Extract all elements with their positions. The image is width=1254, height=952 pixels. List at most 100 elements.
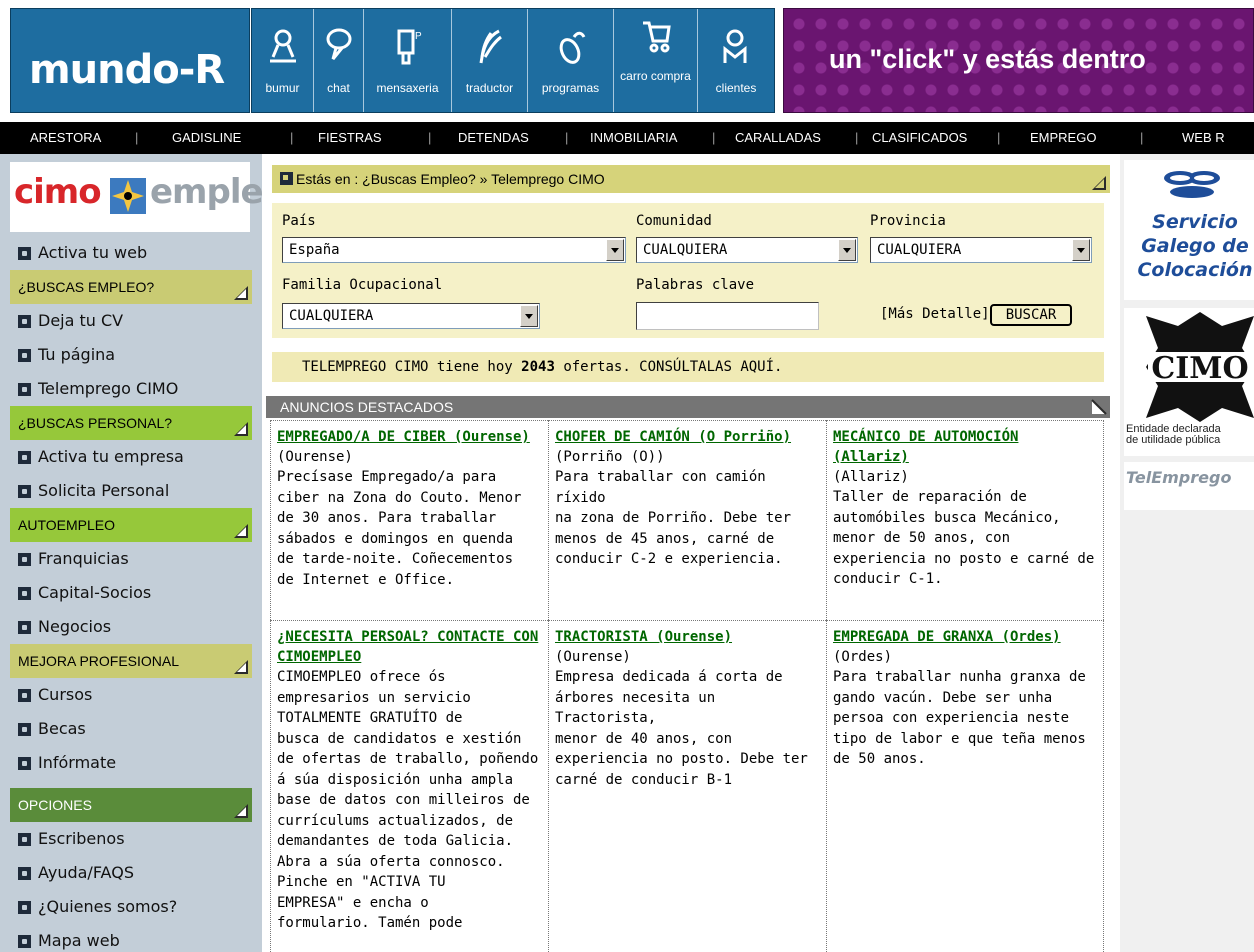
sidebar-item-solicita-personal[interactable]: Solicita Personal: [10, 474, 252, 508]
nav-web-r[interactable]: WEB R: [1182, 122, 1225, 154]
corner-fold-icon: [1090, 398, 1108, 416]
bullet-icon: [18, 587, 31, 600]
ad-title-link[interactable]: EMPREGADO/A DE CIBER (Ourense): [277, 427, 542, 447]
sidebar-item-activa-web[interactable]: Activa tu web: [10, 236, 252, 270]
banner-text: un "click" y estás dentro: [829, 44, 1146, 74]
sidebar-section-buscas-empleo[interactable]: ¿BUSCAS EMPLEO?: [10, 270, 252, 304]
ad-title-link[interactable]: CHOFER DE CAMIÓN (O Porriño): [555, 427, 820, 447]
sidebar-item-negocios[interactable]: Negocios: [10, 610, 252, 644]
svg-text:CIMO: CIMO: [1151, 351, 1248, 386]
app-clientes[interactable]: clientes: [698, 9, 774, 112]
sidebar-item-ayuda-faqs[interactable]: Ayuda/FAQS: [10, 856, 252, 890]
sidebar-item-label: Deja tu CV: [38, 311, 124, 330]
ad-location: (Allariz): [833, 469, 909, 485]
sidebar-item-label: Becas: [38, 719, 86, 738]
nav-separator: |: [135, 130, 139, 145]
sidebar-item-activa-empresa[interactable]: Activa tu empresa: [10, 440, 252, 474]
ad-description: Para traballar nunha granxa de gando vac…: [833, 669, 1086, 767]
nav-emprego[interactable]: EMPREGO: [1030, 122, 1096, 154]
ad-title-link[interactable]: MECÁNICO DE AUTOMOCIÓN (Allariz): [833, 427, 1097, 467]
sidebar-item-becas[interactable]: Becas: [10, 712, 252, 746]
sidebar-item-mapa-web[interactable]: Mapa web: [10, 924, 252, 952]
app-label: programas: [541, 81, 600, 95]
app-bumur[interactable]: bumur: [252, 9, 314, 112]
cimo-empleo-logo[interactable]: cimo empleo: [10, 162, 286, 232]
app-label: clientes: [715, 81, 757, 95]
corner-fold-icon: [234, 804, 248, 818]
sidebar-section-label: ¿BUSCAS PERSONAL?: [18, 415, 173, 431]
bullet-icon: [18, 901, 31, 914]
nav-inmobiliaria[interactable]: INMOBILIARIA: [590, 122, 677, 154]
app-programas[interactable]: programas: [528, 9, 614, 112]
comunidad-select[interactable]: CUALQUIERA: [636, 237, 858, 263]
nav-clasificados[interactable]: CLASIFICADOS: [872, 122, 967, 154]
bullet-icon: [18, 935, 31, 948]
sidebar-item-cursos[interactable]: Cursos: [10, 678, 252, 712]
sidebar-item-quienes-somos[interactable]: ¿Quienes somos?: [10, 890, 252, 924]
nav-detendas[interactable]: DETENDAS: [458, 122, 529, 154]
top-navigation: ARESTORA | GADISLINE | FIESTRAS | DETEND…: [0, 122, 1254, 154]
logo-text: mundo-R: [29, 47, 225, 93]
sidebar-section-opciones[interactable]: OPCIONES: [10, 788, 252, 822]
sidebar-item-deja-cv[interactable]: Deja tu CV: [10, 304, 252, 338]
sidebar-item-label: ¿Quienes somos?: [38, 897, 178, 916]
nav-gadisline[interactable]: GADISLINE: [172, 122, 241, 154]
servicio-galego-colocacion-banner[interactable]: Servicio Galego de Colocación: [1124, 160, 1254, 300]
breadcrumb-text[interactable]: Estás en : ¿Buscas Empleo? » Telempregо …: [296, 165, 605, 193]
sidebar-section-label: MEJORA PROFESIONAL: [18, 653, 180, 669]
nav-separator: |: [997, 130, 1001, 145]
palabras-label: Palabras clave: [636, 277, 755, 293]
corner-fold-icon: [234, 422, 248, 436]
sidebar-item-label: Ayuda/FAQS: [38, 863, 134, 882]
site-header: mundo-R bumur chat P mensaxeria traducto…: [0, 0, 1254, 120]
app-traductor[interactable]: traductor: [452, 9, 528, 112]
search-button[interactable]: BUSCAR: [990, 304, 1072, 326]
ad-description: Precísase Empregado/a para ciber na Zona…: [277, 469, 522, 588]
sidebar-item-informate[interactable]: Infórmate: [10, 746, 252, 780]
comunidad-label: Comunidad: [636, 213, 712, 229]
pais-label: País: [282, 213, 316, 229]
comunidad-value: CUALQUIERA: [643, 242, 728, 258]
sgc-line: Servicio: [1152, 211, 1238, 233]
cimo-star-icon: [110, 178, 146, 214]
sidebar-item-telemprego-cimo[interactable]: Telempregо CIMO: [10, 372, 252, 406]
app-carro-compra[interactable]: carro compra: [614, 9, 698, 112]
provincia-select[interactable]: CUALQUIERA: [870, 237, 1092, 263]
app-chat[interactable]: chat: [314, 9, 364, 112]
nav-caralladas[interactable]: CARALLADAS: [735, 122, 821, 154]
microscope-icon: [252, 27, 313, 71]
ad-description: Para traballar con camión ríxido na zona…: [555, 469, 792, 567]
ad-title-link[interactable]: TRACTORISTA (Ourense): [555, 627, 820, 647]
offers-banner[interactable]: TELEMPREGO CIMO tiene hoy 2043 ofertas. …: [272, 352, 1104, 382]
sidebar-item-escribenos[interactable]: Escribenos: [10, 822, 252, 856]
offers-count: 2043: [521, 359, 555, 375]
corner-fold-icon: [234, 286, 248, 300]
familia-select[interactable]: CUALQUIERA: [282, 303, 540, 329]
promo-banner[interactable]: un "click" y estás dentro: [783, 8, 1254, 113]
sidebar-section-buscas-personal[interactable]: ¿BUSCAS PERSONAL?: [10, 406, 252, 440]
telempleo-banner[interactable]: TelEmprego: [1124, 462, 1254, 510]
pais-select[interactable]: España: [282, 237, 626, 263]
sidebar-section-mejora-profesional[interactable]: MEJORA PROFESIONAL: [10, 644, 252, 678]
nav-separator: |: [565, 130, 569, 145]
cimo-banner[interactable]: CIMO Entidade declarada de utilidade púb…: [1124, 308, 1254, 456]
ad-card: EMPREGADA DE GRANXA (Ordes) (Ordes) Para…: [826, 620, 1104, 952]
ad-title-link[interactable]: ¿NECESITA PERSOAL? CONTACTE CON CIMOEMPL…: [277, 627, 542, 667]
sidebar-item-label: Franquicias: [38, 549, 129, 568]
nav-arestora[interactable]: ARESTORA: [30, 122, 101, 154]
nav-fiestras[interactable]: FIESTRAS: [318, 122, 382, 154]
sidebar-item-capital-socios[interactable]: Capital-Socios: [10, 576, 252, 610]
offers-prefix: TELEMPREGO CIMO tiene hoy: [302, 359, 513, 375]
familia-value: CUALQUIERA: [289, 308, 374, 324]
app-mensaxeria[interactable]: P mensaxeria: [364, 9, 452, 112]
featured-ads-header: ANUNCIOS DESTACADOS: [266, 396, 1110, 418]
offers-suffix: ofertas. CONSÚLTALAS AQUÍ.: [563, 359, 783, 375]
sidebar-item-tu-pagina[interactable]: Tu página: [10, 338, 252, 372]
sidebar-section-autoempleo[interactable]: AUTOEMPLEO: [10, 508, 252, 542]
sidebar-item-franquicias[interactable]: Franquicias: [10, 542, 252, 576]
sidebar-item-label: Cursos: [38, 685, 93, 704]
more-detail-link[interactable]: [Más Detalle]: [880, 306, 990, 322]
ad-title-link[interactable]: EMPREGADA DE GRANXA (Ordes): [833, 627, 1097, 647]
keywords-input[interactable]: [636, 302, 819, 330]
mundo-r-logo[interactable]: mundo-R: [10, 8, 250, 113]
